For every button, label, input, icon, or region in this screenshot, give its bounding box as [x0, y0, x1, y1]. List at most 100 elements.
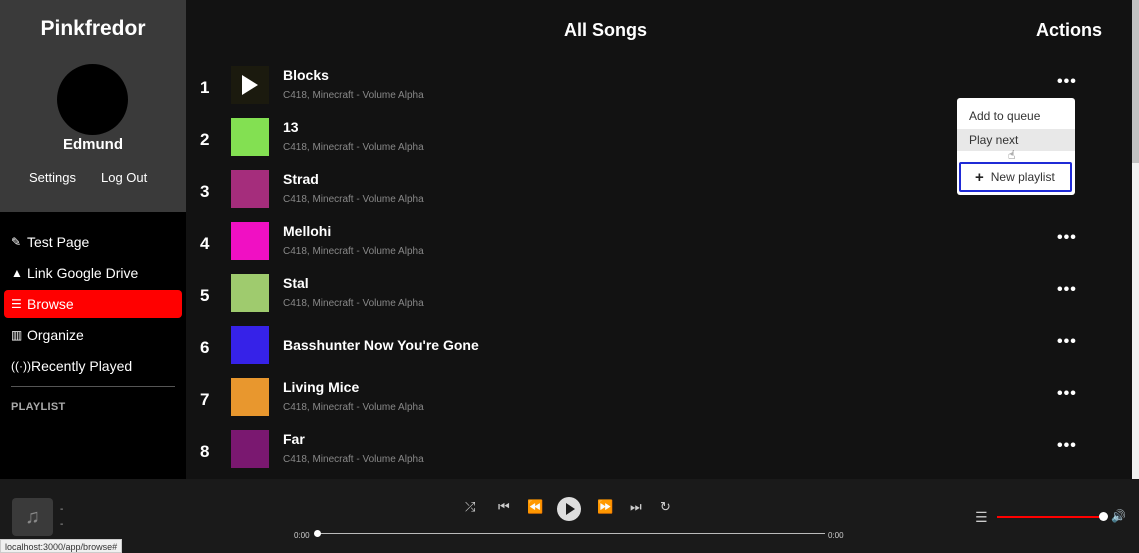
playback-controls: ⤮ ⏮ ⏪ ⏩ ⏭ ↻: [460, 497, 680, 523]
username: Edmund: [63, 136, 123, 153]
album-cover[interactable]: [231, 170, 269, 208]
shuffle-icon[interactable]: ⤮: [465, 499, 475, 515]
sidebar-item-label: Organize: [27, 327, 84, 343]
song-subtitle: C418, Minecraft - Volume Alpha: [283, 194, 424, 205]
repeat-icon[interactable]: ↻: [660, 499, 671, 515]
song-title: Basshunter Now You're Gone: [283, 337, 479, 353]
avatar: [57, 64, 128, 135]
columns-icon: ▥: [11, 328, 23, 342]
track-number: 6: [200, 338, 210, 357]
nav-divider: [11, 386, 175, 387]
track-number: 4: [200, 234, 210, 253]
profile-panel: Pinkfredor Edmund Settings Log Out: [0, 0, 186, 212]
broadcast-icon: ((·)): [11, 359, 31, 373]
status-bar-url: localhost:3000/app/browse#: [0, 539, 123, 553]
song-list-panel: All Songs Actions 1 Blocks C418, Minecra…: [186, 0, 1132, 479]
more-options-icon[interactable]: •••: [1057, 281, 1077, 299]
play-button[interactable]: [557, 497, 581, 521]
song-title: Far: [283, 431, 305, 447]
skip-next-icon[interactable]: ⏭: [630, 499, 642, 515]
sidebar-nav: ✎ Test Page ▲ Link Google Drive ☰ Browse…: [0, 228, 186, 413]
track-number: 2: [200, 130, 210, 149]
pencil-icon: ✎: [11, 235, 22, 249]
logout-link[interactable]: Log Out: [101, 170, 147, 185]
volume-slider[interactable]: [997, 516, 1103, 518]
track-number: 3: [200, 182, 210, 201]
scrollbar[interactable]: [1132, 0, 1139, 479]
fast-forward-icon[interactable]: ⏩: [597, 499, 613, 515]
sidebar-item-label: Browse: [27, 296, 74, 312]
song-subtitle: C418, Minecraft - Volume Alpha: [283, 298, 424, 309]
more-options-icon[interactable]: •••: [1057, 73, 1077, 91]
song-title: 13: [283, 119, 299, 135]
track-number: 7: [200, 390, 210, 409]
album-cover[interactable]: [231, 118, 269, 156]
song-title: Strad: [283, 171, 319, 187]
more-options-icon[interactable]: •••: [1057, 333, 1077, 351]
actions-header: Actions: [1036, 20, 1103, 40]
current-time: 0:00: [294, 531, 310, 540]
sidebar-item-organize[interactable]: ▥ Organize: [4, 321, 182, 349]
new-playlist-button[interactable]: + New playlist: [959, 162, 1072, 192]
song-row[interactable]: 5 Stal C418, Minecraft - Volume Alpha ••…: [186, 273, 1132, 325]
scrollbar-thumb[interactable]: [1132, 0, 1139, 163]
now-playing-artist: -: [60, 519, 64, 530]
sidebar: Pinkfredor Edmund Settings Log Out ✎ Tes…: [0, 0, 186, 479]
app-window: Pinkfredor Edmund Settings Log Out ✎ Tes…: [0, 0, 1139, 553]
song-row[interactable]: 4 Mellohi C418, Minecraft - Volume Alpha…: [186, 221, 1132, 273]
app-title: Pinkfredor: [40, 17, 146, 40]
more-options-icon[interactable]: •••: [1057, 229, 1077, 247]
song-subtitle: C418, Minecraft - Volume Alpha: [283, 454, 424, 465]
song-title: Mellohi: [283, 223, 332, 239]
add-to-queue-item[interactable]: Add to queue: [957, 105, 1075, 127]
rewind-icon[interactable]: ⏪: [527, 499, 543, 515]
album-cover[interactable]: [231, 378, 269, 416]
song-row[interactable]: 7 Living Mice C418, Minecraft - Volume A…: [186, 377, 1132, 429]
more-options-icon[interactable]: •••: [1057, 437, 1077, 455]
settings-link[interactable]: Settings: [29, 170, 76, 185]
album-cover[interactable]: [231, 66, 269, 104]
seek-bar[interactable]: [318, 533, 825, 534]
sidebar-item-browse[interactable]: ☰ Browse: [4, 290, 182, 318]
music-note-icon: ♫: [12, 498, 53, 536]
sidebar-item-label: Link Google Drive: [27, 265, 139, 281]
album-cover[interactable]: [231, 326, 269, 364]
song-subtitle: C418, Minecraft - Volume Alpha: [283, 90, 424, 101]
sidebar-item-recently-played[interactable]: ((·)) Recently Played: [4, 352, 182, 380]
seek-handle[interactable]: [314, 530, 321, 537]
now-playing-title: -: [60, 504, 64, 515]
volume-handle[interactable]: [1099, 512, 1108, 521]
track-number: 1: [200, 78, 210, 97]
album-cover[interactable]: [231, 430, 269, 468]
list-icon: ☰: [11, 297, 22, 311]
song-row[interactable]: 6 Basshunter Now You're Gone •••: [186, 325, 1132, 377]
sidebar-item-label: Test Page: [27, 234, 90, 250]
song-title: Stal: [283, 275, 309, 291]
new-playlist-label: New playlist: [990, 170, 1055, 184]
track-number: 8: [200, 442, 210, 461]
page-title: All Songs: [564, 20, 648, 40]
song-subtitle: C418, Minecraft - Volume Alpha: [283, 246, 424, 257]
playlist-heading: PLAYLIST: [11, 401, 66, 413]
song-row[interactable]: 8 Far C418, Minecraft - Volume Alpha •••: [186, 429, 1132, 479]
plus-icon: +: [975, 168, 984, 186]
queue-icon[interactable]: ☰: [975, 509, 988, 526]
sidebar-item-label: Recently Played: [31, 358, 133, 374]
skip-previous-icon[interactable]: ⏮: [498, 499, 510, 515]
player-bar: ♫ - - ⤮ ⏮ ⏪ ⏩ ⏭ ↻ 0:00 0:00 ☰ 🔊: [0, 479, 1139, 553]
google-drive-icon: ▲: [11, 266, 23, 280]
sidebar-item-link-google-drive[interactable]: ▲ Link Google Drive: [4, 259, 182, 287]
song-subtitle: C418, Minecraft - Volume Alpha: [283, 142, 424, 153]
album-cover[interactable]: [231, 274, 269, 312]
sidebar-item-test-page[interactable]: ✎ Test Page: [4, 228, 182, 256]
track-number: 5: [200, 286, 210, 305]
song-title: Blocks: [283, 67, 329, 83]
song-subtitle: C418, Minecraft - Volume Alpha: [283, 402, 424, 413]
hand-cursor-icon: ☝: [1008, 148, 1016, 162]
album-cover[interactable]: [231, 222, 269, 260]
song-options-menu: Add to queue Play next + New playlist: [957, 98, 1075, 195]
more-options-icon[interactable]: •••: [1057, 385, 1077, 403]
play-icon: [242, 75, 258, 95]
total-time: 0:00: [828, 531, 844, 540]
volume-icon[interactable]: 🔊: [1111, 509, 1126, 523]
